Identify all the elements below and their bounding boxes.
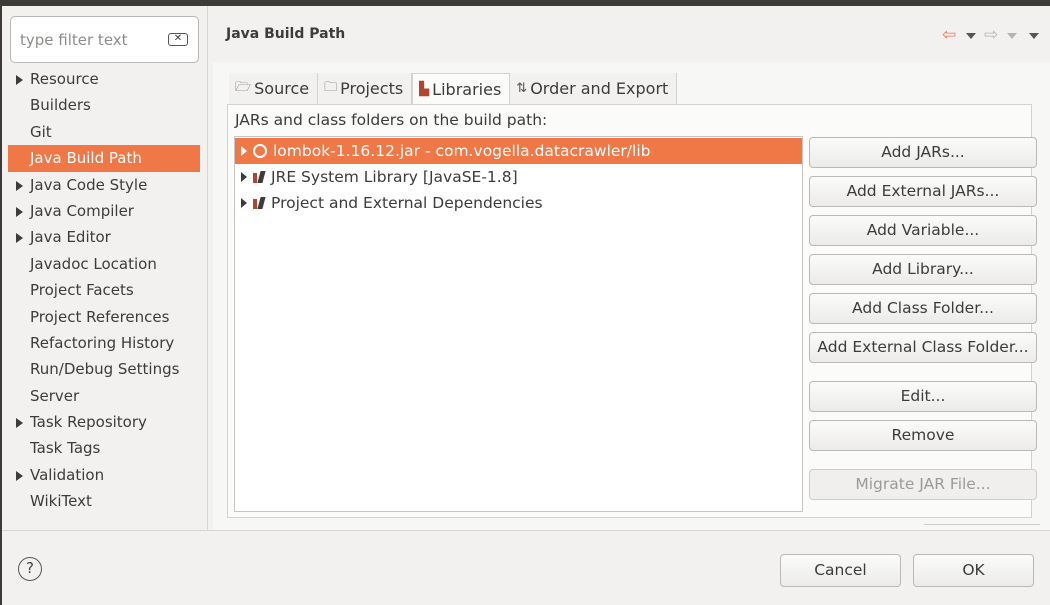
list-item-label: lombok-1.16.12.jar - com.vogella.datacra… bbox=[273, 142, 651, 160]
tree-item-label: Project References bbox=[30, 307, 170, 326]
tree-item-javadoc-location[interactable]: Javadoc Location bbox=[8, 251, 200, 277]
tree-item-label: Refactoring History bbox=[30, 333, 175, 352]
tree-item-resource[interactable]: Resource bbox=[8, 66, 200, 92]
add-library-button[interactable]: Add Library... bbox=[809, 254, 1037, 285]
tree-item-label: Java Editor bbox=[30, 228, 111, 247]
tree-item-wikitext[interactable]: WikiText bbox=[8, 488, 200, 514]
help-icon[interactable]: ? bbox=[18, 557, 42, 581]
expand-arrow-icon[interactable] bbox=[16, 470, 23, 481]
tab-projects[interactable]: 🗀 Projects bbox=[318, 73, 413, 104]
tree-item-project-facets[interactable]: Project Facets bbox=[8, 277, 200, 303]
forward-arrow-icon[interactable]: ⇨ bbox=[984, 26, 998, 46]
tab-label: Source bbox=[254, 79, 310, 98]
expand-arrow-icon[interactable] bbox=[241, 198, 247, 208]
remove-button[interactable]: Remove bbox=[809, 420, 1037, 451]
tree-item-server[interactable]: Server bbox=[8, 383, 200, 409]
library-icon: ▙ bbox=[419, 81, 430, 97]
forward-dropdown-icon[interactable] bbox=[1007, 33, 1017, 39]
section-label: JARs and class folders on the build path… bbox=[235, 111, 548, 129]
add-external-jars-button[interactable]: Add External JARs... bbox=[809, 176, 1037, 207]
tree-item-refactoring-history[interactable]: Refactoring History bbox=[8, 330, 200, 356]
tree-item-java-editor[interactable]: Java Editor bbox=[8, 224, 200, 250]
add-variable-button[interactable]: Add Variable... bbox=[809, 215, 1037, 246]
tree-item-project-references[interactable]: Project References bbox=[8, 304, 200, 330]
tree-item-java-code-style[interactable]: Java Code Style bbox=[8, 172, 200, 198]
tree-item-validation[interactable]: Validation bbox=[8, 462, 200, 488]
view-menu-icon[interactable] bbox=[1029, 33, 1039, 39]
library-icon bbox=[253, 170, 265, 184]
tab-label: Order and Export bbox=[530, 79, 669, 98]
back-dropdown-icon[interactable] bbox=[966, 33, 976, 39]
list-item-project-dependencies[interactable]: Project and External Dependencies bbox=[235, 190, 802, 216]
expand-arrow-icon[interactable] bbox=[16, 233, 23, 244]
expand-arrow-icon[interactable] bbox=[16, 206, 23, 217]
tree-item-label: Server bbox=[30, 386, 80, 405]
tree-item-java-build-path[interactable]: Java Build Path bbox=[8, 145, 200, 172]
add-class-folder-button[interactable]: Add Class Folder... bbox=[809, 293, 1037, 324]
tree-item-label: Task Repository bbox=[30, 413, 147, 432]
tree-item-builders[interactable]: Builders bbox=[8, 92, 200, 118]
list-item-lombok-jar[interactable]: lombok-1.16.12.jar - com.vogella.datacra… bbox=[235, 138, 802, 164]
tree-item-task-repository[interactable]: Task Repository bbox=[8, 409, 200, 435]
tab-bar: 🗁 Source 🗀 Projects ▙ Libraries ⇅ Order … bbox=[229, 73, 678, 104]
filter-field[interactable]: ✕ bbox=[10, 16, 199, 63]
add-external-class-folder-button[interactable]: Add External Class Folder... bbox=[809, 332, 1037, 363]
tree-item-label: Java Build Path bbox=[30, 149, 142, 168]
migrate-jar-button[interactable]: Migrate JAR File... bbox=[809, 469, 1037, 500]
tree-item-label: Git bbox=[30, 122, 52, 141]
expand-arrow-icon[interactable] bbox=[16, 75, 23, 85]
libraries-panel: JARs and class folders on the build path… bbox=[227, 104, 1037, 518]
back-arrow-icon[interactable]: ⇦ bbox=[942, 26, 956, 46]
jar-icon bbox=[253, 144, 267, 158]
page-navigation: ⇦ ⇨ bbox=[940, 26, 1045, 46]
tree-item-label: Project Facets bbox=[30, 281, 134, 300]
tree-item-label: WikiText bbox=[30, 492, 92, 511]
tree-item-label: Validation bbox=[30, 465, 105, 484]
tab-libraries[interactable]: ▙ Libraries bbox=[412, 73, 511, 104]
source-folder-icon: 🗁 bbox=[235, 79, 252, 95]
tree-item-label: Resource bbox=[30, 70, 99, 88]
filter-input[interactable] bbox=[20, 30, 168, 49]
tree-item-label: Javadoc Location bbox=[30, 254, 157, 273]
tree-item-git[interactable]: Git bbox=[8, 119, 200, 145]
tree-item-label: Run/Debug Settings bbox=[30, 360, 180, 379]
tab-order-and-export[interactable]: ⇅ Order and Export bbox=[510, 73, 678, 104]
order-export-icon: ⇅ bbox=[516, 81, 528, 96]
tab-label: Projects bbox=[340, 79, 404, 98]
divider bbox=[924, 524, 1040, 525]
library-icon bbox=[253, 196, 265, 210]
add-jars-button[interactable]: Add JARs... bbox=[809, 137, 1037, 168]
expand-arrow-icon[interactable] bbox=[16, 418, 23, 429]
tree-item-java-compiler[interactable]: Java Compiler bbox=[8, 198, 200, 224]
build-path-content: 🗁 Source 🗀 Projects ▙ Libraries ⇅ Order … bbox=[213, 63, 1050, 530]
preferences-tree: Resource Builders Git Java Build Path Ja… bbox=[8, 66, 200, 515]
tree-item-label: Java Code Style bbox=[30, 175, 148, 194]
preferences-sidebar: ✕ Resource Builders Git Java Build Path … bbox=[2, 6, 208, 530]
tree-item-label: Task Tags bbox=[30, 439, 101, 458]
tree-item-task-tags[interactable]: Task Tags bbox=[8, 435, 200, 461]
tree-item-label: Builders bbox=[30, 96, 91, 115]
tab-label: Libraries bbox=[432, 79, 502, 99]
expand-arrow-icon[interactable] bbox=[241, 172, 247, 182]
build-path-list[interactable]: lombok-1.16.12.jar - com.vogella.datacra… bbox=[234, 136, 803, 512]
clear-filter-icon[interactable]: ✕ bbox=[168, 33, 188, 46]
expand-arrow-icon[interactable] bbox=[241, 146, 247, 156]
tree-item-label: Java Compiler bbox=[30, 201, 134, 220]
cancel-button[interactable]: Cancel bbox=[780, 554, 901, 587]
page-title: Java Build Path bbox=[226, 26, 346, 42]
expand-arrow-icon[interactable] bbox=[16, 180, 23, 191]
list-item-label: JRE System Library [JavaSE-1.8] bbox=[271, 168, 518, 186]
projects-folder-icon: 🗀 bbox=[324, 79, 338, 95]
ok-button[interactable]: OK bbox=[913, 554, 1034, 587]
dialog-button-bar: ? Cancel OK bbox=[2, 530, 1050, 605]
tree-item-run-debug-settings[interactable]: Run/Debug Settings bbox=[8, 356, 200, 382]
list-item-label: Project and External Dependencies bbox=[271, 194, 543, 212]
list-item-jre-library[interactable]: JRE System Library [JavaSE-1.8] bbox=[235, 164, 802, 190]
edit-button[interactable]: Edit... bbox=[809, 381, 1037, 412]
tab-source[interactable]: 🗁 Source bbox=[229, 73, 319, 104]
